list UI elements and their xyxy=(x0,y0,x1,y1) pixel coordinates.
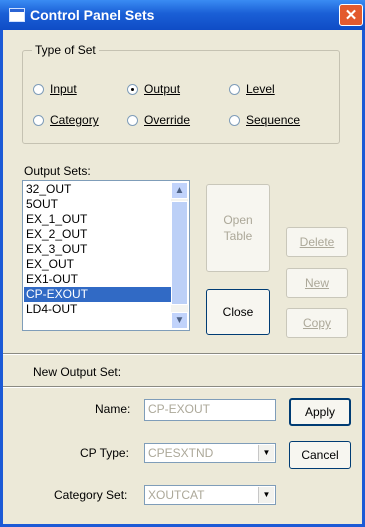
new-button[interactable]: New xyxy=(286,268,348,298)
cp-type-label: CP Type: xyxy=(80,446,129,460)
radio-sequence-indicator xyxy=(229,114,240,126)
radio-output-label: Output xyxy=(144,82,181,96)
apply-button-label: Apply xyxy=(304,405,336,419)
list-item[interactable]: EX1-OUT xyxy=(24,272,172,287)
output-sets-listbox[interactable]: 32_OUT 5OUT EX_1_OUT EX_2_OUT EX_3_OUT E… xyxy=(22,180,190,331)
cancel-button[interactable]: Cancel xyxy=(289,441,351,469)
window-border-left xyxy=(0,30,3,527)
radio-sequence[interactable]: Sequence xyxy=(229,112,300,128)
radio-category-indicator xyxy=(33,114,44,126)
radio-override-label: Override xyxy=(144,113,191,127)
list-item[interactable]: 5OUT xyxy=(24,197,172,212)
apply-button[interactable]: Apply xyxy=(289,398,351,426)
name-label: Name: xyxy=(95,402,131,416)
category-set-select[interactable]: XOUTCAT ▼ xyxy=(144,485,276,505)
radio-category-label: Category xyxy=(50,113,99,127)
radio-category[interactable]: Category xyxy=(33,112,99,128)
copy-button[interactable]: Copy xyxy=(286,308,348,338)
radio-input-label: Input xyxy=(50,82,77,96)
cancel-button-label: Cancel xyxy=(301,448,339,462)
close-button[interactable]: Close xyxy=(206,289,270,335)
scroll-up-button[interactable]: ▲ xyxy=(171,182,188,199)
type-of-set-group xyxy=(22,50,340,144)
new-button-label: New xyxy=(304,276,329,290)
radio-sequence-label: Sequence xyxy=(246,113,301,127)
delete-button-label: Delete xyxy=(299,235,335,249)
radio-override-indicator xyxy=(127,114,138,126)
chevron-down-icon[interactable]: ▼ xyxy=(258,445,274,461)
chevron-down-icon[interactable]: ▼ xyxy=(258,487,274,503)
separator-bottom xyxy=(3,386,362,388)
type-of-set-legend: Type of Set xyxy=(32,43,99,57)
list-item[interactable]: 32_OUT xyxy=(24,182,172,197)
open-table-button[interactable]: Open Table xyxy=(206,184,270,272)
list-item-selected[interactable]: CP-EXOUT xyxy=(24,287,172,302)
new-set-heading: New Output Set: xyxy=(33,365,122,379)
list-item[interactable]: EX_2_OUT xyxy=(24,227,172,242)
name-field[interactable]: CP-EXOUT xyxy=(144,399,276,421)
chevron-down-icon: ▼ xyxy=(174,315,185,326)
delete-button[interactable]: Delete xyxy=(286,227,348,257)
radio-input-indicator xyxy=(33,83,44,95)
radio-input[interactable]: Input xyxy=(33,81,77,97)
list-item[interactable]: EX_3_OUT xyxy=(24,242,172,257)
scroll-thumb[interactable] xyxy=(171,201,188,305)
radio-override[interactable]: Override xyxy=(127,112,190,128)
copy-button-label: Copy xyxy=(302,316,331,330)
chevron-up-icon: ▲ xyxy=(174,185,185,196)
radio-level-label: Level xyxy=(246,82,275,96)
list-item[interactable]: EX_OUT xyxy=(24,257,172,272)
scroll-down-button[interactable]: ▼ xyxy=(171,312,188,329)
list-item[interactable]: EX_1_OUT xyxy=(24,212,172,227)
close-icon: ✕ xyxy=(344,7,358,24)
radio-level[interactable]: Level xyxy=(229,81,275,97)
radio-output-indicator xyxy=(127,83,138,95)
output-sets-label: Output Sets: xyxy=(24,164,91,178)
close-window-button[interactable]: ✕ xyxy=(339,4,363,26)
close-button-label: Close xyxy=(222,305,254,319)
category-set-label: Category Set: xyxy=(54,488,128,502)
list-scrollbar[interactable]: ▲ ▼ xyxy=(171,182,188,329)
radio-output[interactable]: Output xyxy=(127,81,180,97)
category-set-value: XOUTCAT xyxy=(148,488,205,502)
open-table-label: Open Table xyxy=(223,213,253,243)
window-title: Control Panel Sets xyxy=(30,7,155,23)
cp-type-select[interactable]: CPESXTND ▼ xyxy=(144,443,276,463)
cp-type-value: CPESXTND xyxy=(148,446,214,460)
window-icon xyxy=(9,8,25,22)
title-bar[interactable]: Control Panel Sets ✕ xyxy=(0,0,365,30)
radio-level-indicator xyxy=(229,83,240,95)
list-item[interactable]: LD4-OUT xyxy=(24,302,172,317)
separator-top xyxy=(3,353,362,355)
